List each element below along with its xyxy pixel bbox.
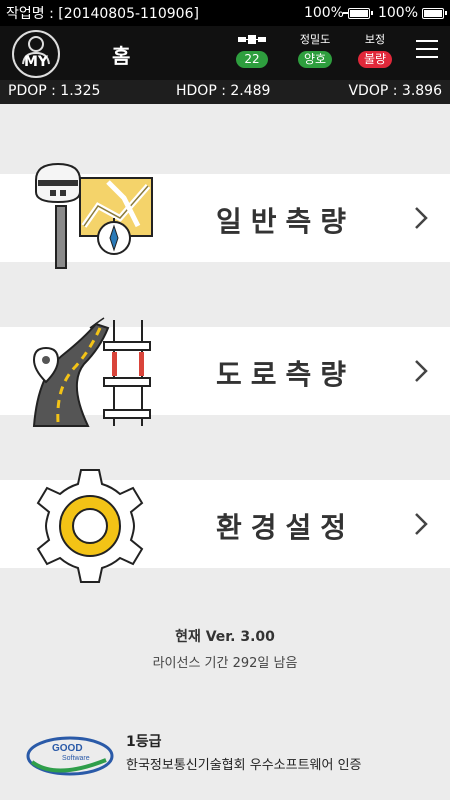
menu-general-survey-label: 일반측량 [216, 205, 356, 238]
correction-badge: 불량 [358, 51, 393, 68]
hdop-value: HDOP : 2.489 [176, 83, 271, 99]
certification-text: 한국정보통신기술협회 우수소프트웨어 인증 [126, 758, 362, 773]
settings-gear-icon [36, 469, 144, 583]
my-profile-button[interactable]: MY [12, 30, 60, 78]
device-battery-percent: 100% [303, 5, 344, 21]
pdop-value: PDOP : 1.325 [8, 83, 101, 99]
usb-battery-icon [342, 7, 373, 19]
grade-text: 1등급 [126, 734, 162, 750]
road-survey-illustration [32, 317, 151, 427]
device-battery: 100% [303, 5, 373, 21]
satellite-count-badge: 22 [236, 51, 268, 68]
version-text: 현재 Ver. 3.00 [175, 629, 275, 645]
menu-settings-label: 환경설정 [216, 511, 356, 544]
app-header: MY 홈 22 정밀도 양호 보정 불량 [0, 26, 450, 80]
page-title: 홈 [112, 44, 131, 68]
hamburger-menu-icon[interactable] [416, 40, 438, 60]
gnss-survey-illustration [35, 162, 153, 269]
status-bar: 작업명 : [20140805-110906] 100% 100% [0, 0, 450, 26]
correction-status[interactable]: 보정 불량 [358, 32, 393, 68]
vdop-value: VDOP : 3.896 [348, 83, 442, 99]
chevron-right-icon [415, 207, 428, 229]
menu-road-survey-label: 도로측량 [216, 358, 356, 391]
battery-icon [422, 7, 447, 19]
logo-software-text: Software [62, 755, 90, 762]
gnss-battery: 100% [377, 5, 447, 21]
satellite-status[interactable]: 22 [236, 32, 268, 68]
chevron-right-icon [415, 360, 428, 382]
dop-bar: PDOP : 1.325 HDOP : 2.489 VDOP : 3.896 [0, 80, 450, 104]
gnss-battery-percent: 100% [377, 5, 418, 21]
good-software-logo: GOOD Software [26, 736, 114, 776]
precision-badge: 양호 [298, 51, 333, 68]
correction-label: 보정 [364, 33, 386, 46]
job-name-text: 작업명 : [20140805-110906] [6, 6, 199, 22]
chevron-right-icon [415, 513, 428, 535]
my-label: MY [23, 54, 49, 70]
logo-good-text: GOOD [52, 743, 83, 754]
precision-status[interactable]: 정밀도 양호 [298, 32, 333, 68]
license-text: 라이선스 기간 292일 남음 [152, 656, 298, 671]
precision-label: 정밀도 [299, 33, 331, 46]
satellite-icon [236, 32, 268, 48]
